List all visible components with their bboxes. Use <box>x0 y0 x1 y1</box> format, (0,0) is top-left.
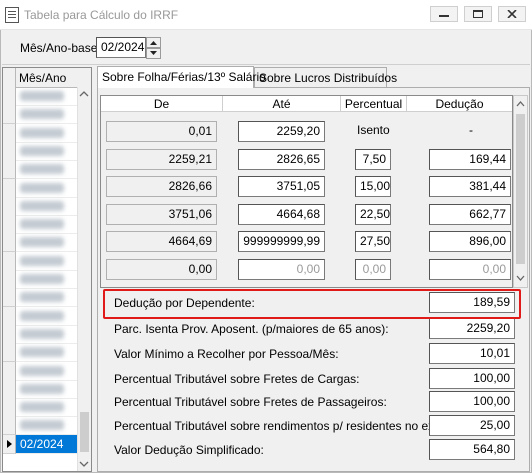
percentual-field[interactable]: 27,50 <box>355 231 391 252</box>
redacted-month-cell <box>20 420 64 431</box>
ate-field[interactable]: 3751,05 <box>238 176 325 197</box>
close-button[interactable] <box>498 6 526 22</box>
row-indicator-icon <box>7 439 12 448</box>
de-field[interactable]: 0,01 <box>106 121 217 142</box>
table-scrollbar[interactable] <box>513 95 528 288</box>
column-header-ate: Até <box>223 96 341 112</box>
param-label: Valor Dedução Simplificado: <box>114 443 264 457</box>
param-label: Percentual Tributável sobre rendimentos … <box>114 419 465 433</box>
spin-down-button[interactable] <box>146 48 161 59</box>
de-field[interactable]: 0,00 <box>106 258 217 280</box>
param-field[interactable]: 100,00 <box>429 368 515 389</box>
de-field[interactable]: 2826,66 <box>106 176 217 197</box>
month-list-scrollbar[interactable] <box>77 87 91 471</box>
deducao-field[interactable]: 896,00 <box>429 231 511 252</box>
month-cell: 02/2024 <box>16 434 78 453</box>
percentual-field[interactable]: 7,50 <box>355 148 391 170</box>
de-field[interactable]: 4664,69 <box>106 231 217 252</box>
table-scroll-thumb[interactable] <box>516 114 525 264</box>
scroll-down-icon <box>79 461 89 467</box>
spin-up-button[interactable] <box>146 37 161 48</box>
column-header-percentual: Percentual <box>341 96 407 112</box>
redacted-month-cell <box>20 200 64 211</box>
redacted-month-cell <box>20 383 64 394</box>
redacted-month-cell <box>20 219 64 230</box>
redacted-month-cell <box>20 347 64 358</box>
percentual-text: Isento <box>357 123 390 137</box>
ate-field[interactable]: 2826,65 <box>238 148 325 170</box>
param-label: Valor Mínimo a Recolher por Pessoa/Mês: <box>114 347 339 361</box>
ate-field[interactable]: 2259,20 <box>238 121 325 142</box>
column-header-deducao: Dedução <box>407 96 512 112</box>
param-field[interactable]: 564,80 <box>429 439 515 460</box>
redacted-month-cell <box>20 402 64 413</box>
redacted-month-cell <box>20 109 64 120</box>
redacted-month-cell <box>20 237 64 248</box>
maximize-button[interactable] <box>464 6 492 22</box>
redacted-month-cell <box>20 145 64 156</box>
param-label: Percentual Tributável sobre Fretes de Pa… <box>114 395 387 409</box>
de-field[interactable]: 3751,06 <box>106 203 217 225</box>
scroll-up-icon <box>516 101 525 107</box>
separator <box>2 64 530 65</box>
mes-ano-base-input[interactable]: 02/2024 <box>96 37 146 58</box>
redacted-month-cell <box>20 365 64 376</box>
tab-folha-ferias[interactable]: Sobre Folha/Férias/13º Salário <box>97 66 266 88</box>
arrow-up-icon <box>150 41 157 45</box>
minimize-icon <box>439 15 449 17</box>
percentual-field[interactable]: 0,00 <box>355 258 391 280</box>
redacted-month-cell <box>20 127 64 138</box>
param-field[interactable]: 2259,20 <box>429 318 515 339</box>
param-field[interactable]: 100,00 <box>429 391 515 412</box>
month-list[interactable]: Mês/Ano 02/2024 <box>2 67 92 472</box>
arrow-down-icon <box>150 51 157 55</box>
deducao-field[interactable]: 0,00 <box>429 258 511 280</box>
minimize-button[interactable] <box>430 6 458 22</box>
ate-field[interactable]: 4664,68 <box>238 203 325 225</box>
close-icon <box>507 10 517 18</box>
percentual-field[interactable]: 15,00 <box>355 176 391 197</box>
scroll-down-icon <box>516 275 525 281</box>
redacted-month-cell <box>20 91 64 101</box>
app-icon <box>5 7 19 23</box>
redacted-month-cell <box>20 292 64 303</box>
maximize-icon <box>473 10 483 18</box>
redacted-month-cell <box>20 328 64 339</box>
redacted-month-cell <box>20 255 64 266</box>
ate-field[interactable]: 0,00 <box>238 258 325 280</box>
redacted-month-cell <box>20 274 64 284</box>
window-title: Tabela para Cálculo do IRRF <box>24 8 179 22</box>
param-label: Percentual Tributável sobre Fretes de Ca… <box>114 372 360 386</box>
mes-ano-base-label: Mês/Ano-base: <box>20 41 101 55</box>
scroll-up-icon <box>79 91 89 97</box>
month-list-header: Mês/Ano <box>3 68 91 88</box>
redacted-month-cell <box>20 164 64 175</box>
month-column-header: Mês/Ano <box>19 71 67 85</box>
deducao-text: - <box>469 123 473 137</box>
month-list-scroll-thumb[interactable] <box>80 412 89 452</box>
percentual-field[interactable]: 22,50 <box>355 203 391 225</box>
column-header-de: De <box>101 96 223 112</box>
deducao-field[interactable]: 381,44 <box>429 176 511 197</box>
param-field[interactable]: 25,00 <box>429 415 515 436</box>
highlight-box <box>103 289 521 319</box>
ate-field[interactable]: 999999999,99 <box>238 231 325 252</box>
deducao-field[interactable]: 662,77 <box>429 203 511 225</box>
deducao-field[interactable]: 169,44 <box>429 148 511 170</box>
de-field[interactable]: 2259,21 <box>106 148 217 170</box>
param-field[interactable]: 10,01 <box>429 343 515 364</box>
param-label: Parc. Isenta Prov. Aposent. (p/maiores d… <box>114 322 389 336</box>
tab-lucros-distribuidos[interactable]: Sobre Lucros Distribuídos <box>254 67 397 87</box>
redacted-month-cell <box>20 182 64 193</box>
redacted-month-cell <box>20 310 64 321</box>
